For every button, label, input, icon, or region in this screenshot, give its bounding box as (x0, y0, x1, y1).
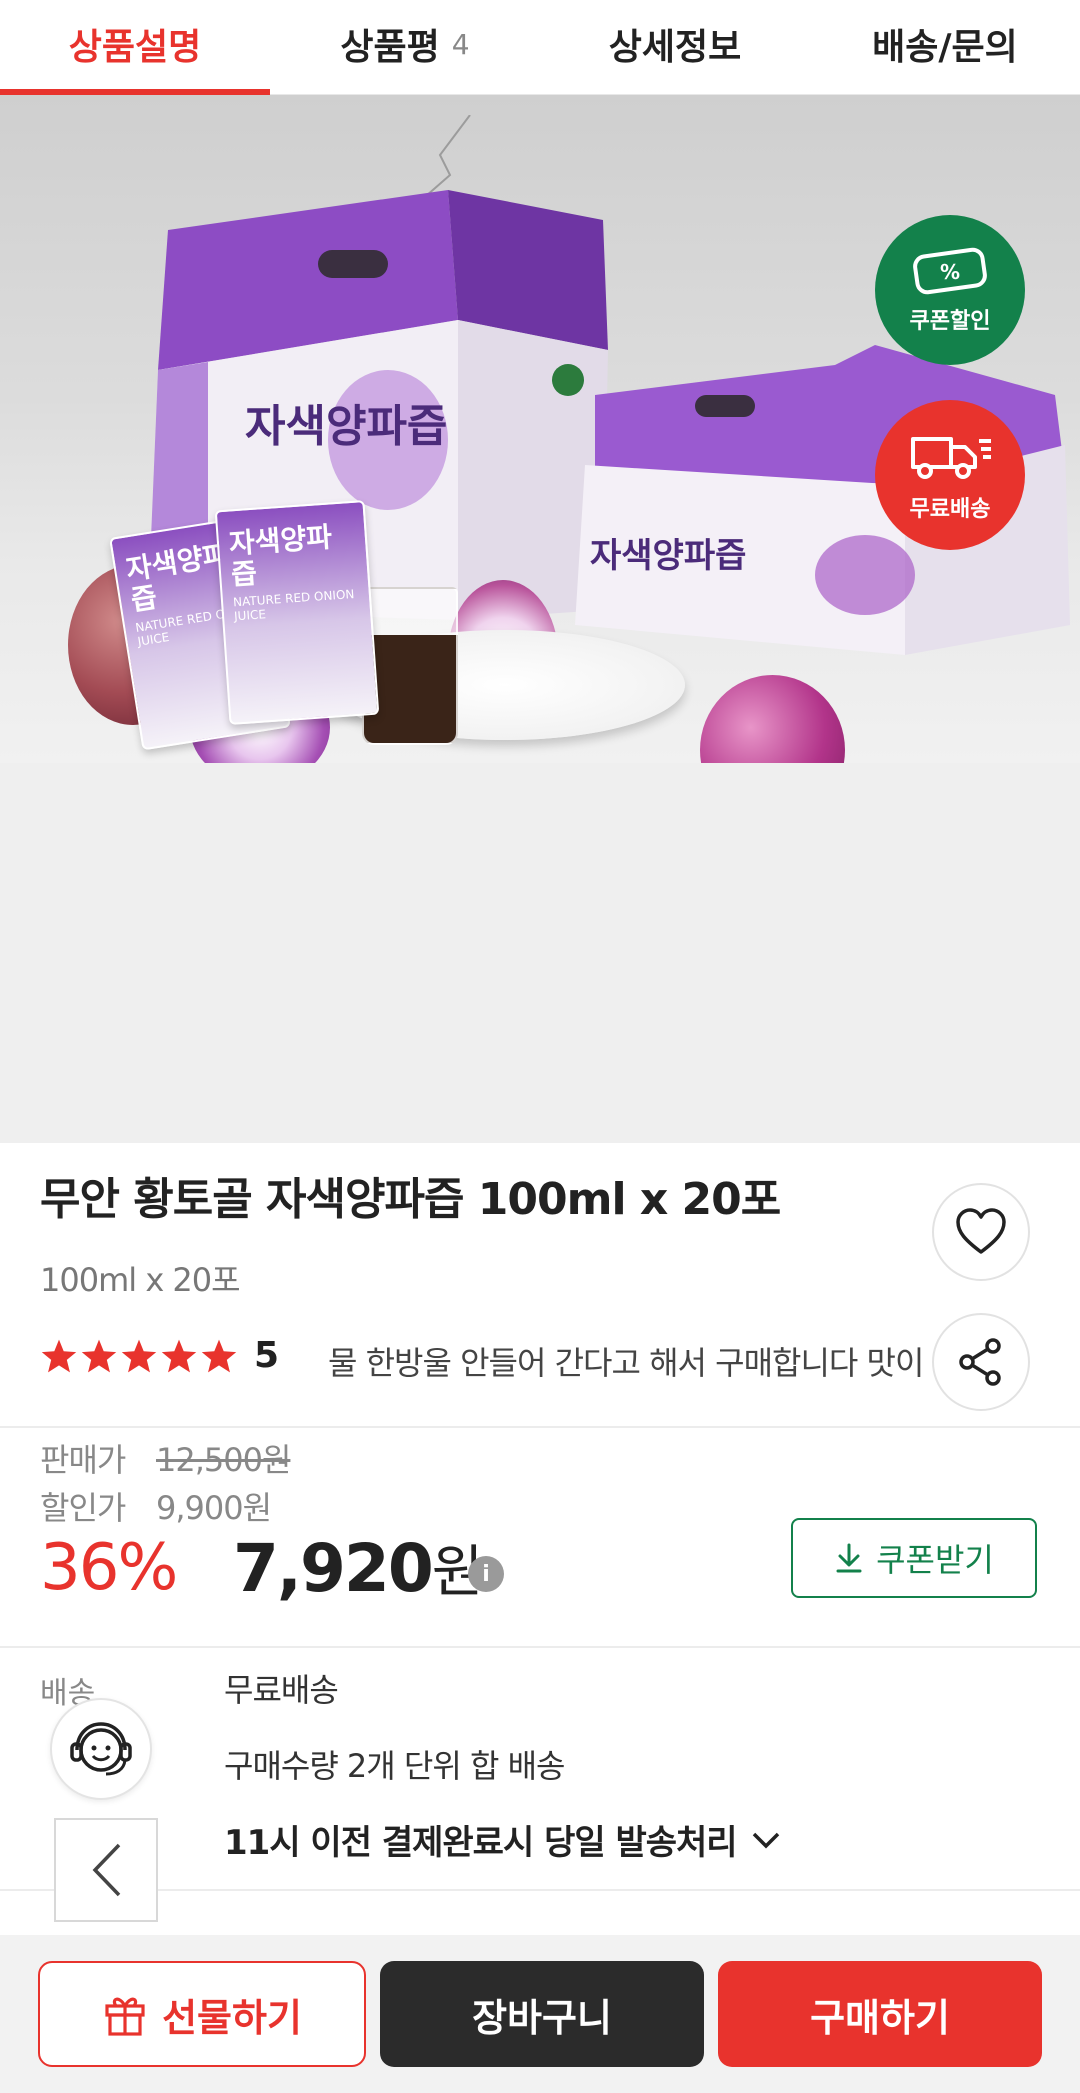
tab-shipping-inquiry[interactable]: 배송/문의 (810, 0, 1080, 94)
share-button[interactable] (932, 1313, 1030, 1411)
buy-button-label: 구매하기 (810, 1995, 950, 2040)
download-icon (836, 1543, 862, 1573)
chevron-left-icon (92, 1843, 121, 1897)
buy-button[interactable]: 구매하기 (718, 1961, 1042, 2067)
rating-summary[interactable]: 5 (40, 1335, 279, 1376)
heart-icon (956, 1208, 1006, 1254)
review-snippet[interactable]: 물 한방울 안들어 간다고 해서 구매합니다 맛이좋 (328, 1338, 923, 1384)
star-icon (81, 1339, 117, 1372)
tab-label: 상품평 (340, 27, 440, 68)
gift-button-label: 선물하기 (162, 1995, 302, 2040)
price-info-icon[interactable]: i (468, 1556, 504, 1592)
small-box-text: 자색양파즙 (590, 536, 747, 576)
tab-label: 상세정보 (608, 27, 742, 68)
sale-price: 12,500원 (156, 1441, 291, 1479)
truck-icon (911, 437, 991, 479)
coupon-icon: % (913, 247, 987, 295)
rating-value: 5 (254, 1335, 280, 1376)
final-price-value: 7,920 (233, 1530, 434, 1607)
pouch-title: 자색양파즙 (227, 520, 334, 592)
tab-product-description[interactable]: 상품설명 (0, 0, 270, 95)
onion-right (700, 675, 845, 763)
tab-reviews[interactable]: 상품평 4 (270, 0, 540, 94)
svg-text:%: % (940, 260, 960, 284)
bottom-action-bar: 선물하기 장바구니 구매하기 (0, 1935, 1080, 2093)
box-brand-text: 자색양파즙 (245, 401, 448, 452)
wishlist-button[interactable] (932, 1183, 1030, 1281)
tab-bar: 상품설명 상품평 4 상세정보 배송/문의 (0, 0, 1080, 95)
star-rating (40, 1338, 238, 1374)
cart-button-label: 장바구니 (472, 1995, 612, 2040)
sale-price-row: 판매가 12,500원 (40, 1435, 291, 1481)
cart-button[interactable]: 장바구니 (380, 1961, 704, 2067)
pouch-back: 자색양파즙 NATURE RED ONION JUICE (214, 500, 380, 725)
star-icon (121, 1339, 157, 1372)
star-icon (41, 1339, 77, 1372)
divider (0, 1426, 1080, 1428)
star-icon (161, 1339, 197, 1372)
product-title: 무안 황토골 자색양파즙 100ml x 20포 (40, 1174, 781, 1225)
free-shipping-badge: 무료배송 (875, 400, 1025, 550)
coupon-button-label: 쿠폰받기 (876, 1541, 994, 1579)
juice-glass (362, 587, 458, 745)
pouch-subtitle: NATURE RED ONION JUICE (232, 586, 355, 623)
product-image[interactable]: 자색양파즙 자색양파즙 자색양파즙 NATURE RED ONION JUICE… (0, 95, 1080, 763)
coupon-discount-badge: % 쿠폰할인 (875, 215, 1025, 365)
final-price: 7,920원 (233, 1527, 483, 1608)
discount-rate: 36% (40, 1531, 178, 1605)
headset-agent-icon (70, 1722, 132, 1776)
chevron-down-icon (752, 1832, 779, 1848)
tab-details[interactable]: 상세정보 (540, 0, 810, 94)
coupon-badge-label: 쿠폰할인 (909, 309, 991, 334)
dispatch-text: 11시 이전 결제완료시 당일 발송처리 (224, 1823, 738, 1863)
star-icon (201, 1339, 237, 1372)
discount-price: 9,900원 (156, 1489, 272, 1527)
discount-price-label: 할인가 (40, 1489, 126, 1527)
share-icon (959, 1338, 1001, 1386)
gift-button[interactable]: 선물하기 (38, 1961, 366, 2067)
discount-price-row: 할인가 9,900원 (40, 1483, 272, 1529)
shipping-bundle: 구매수량 2개 단위 합 배송 (224, 1747, 565, 1785)
get-coupon-button[interactable]: 쿠폰받기 (791, 1518, 1037, 1598)
shipping-badge-label: 무료배송 (909, 497, 991, 522)
image-gallery-spacer (0, 763, 1080, 1143)
gift-icon (105, 1997, 145, 2036)
back-button[interactable] (54, 1818, 158, 1922)
tab-label: 배송/문의 (872, 27, 1018, 68)
tab-label: 상품설명 (68, 27, 202, 68)
sale-price-label: 판매가 (40, 1441, 126, 1479)
dispatch-dropdown[interactable]: 11시 이전 결제완료시 당일 발송처리 (224, 1815, 781, 1864)
shipping-type: 무료배송 (224, 1671, 339, 1709)
product-option: 100ml x 20포 (40, 1261, 241, 1299)
divider (0, 1889, 1080, 1891)
review-count: 4 (451, 27, 470, 61)
customer-service-button[interactable] (50, 1698, 152, 1800)
divider (0, 1646, 1080, 1648)
